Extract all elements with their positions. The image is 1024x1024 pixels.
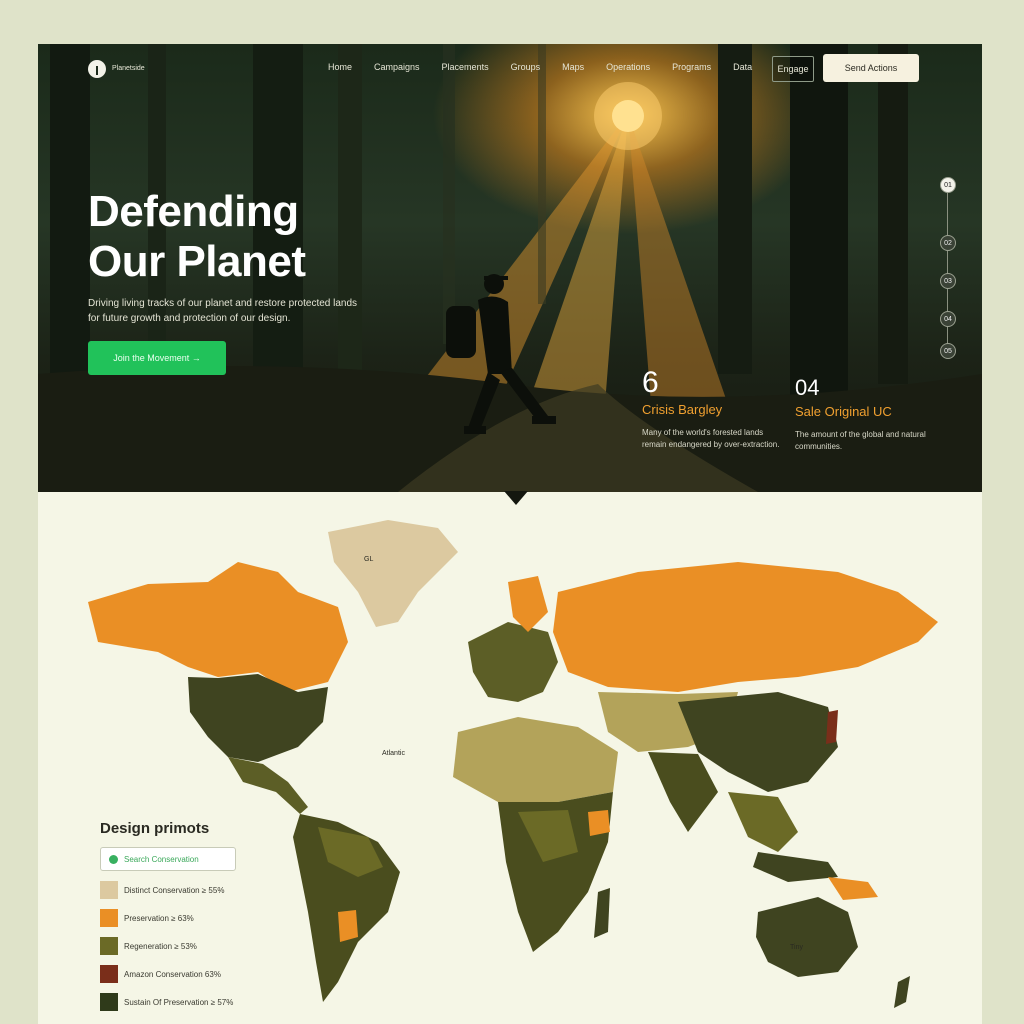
hero-subtitle: Driving living tracks of our planet and … — [88, 298, 358, 324]
legend-item[interactable]: Regeneration ≥ 53% — [100, 937, 236, 955]
region-central-america — [228, 757, 308, 814]
region-canada — [88, 562, 348, 692]
region-north-africa — [453, 717, 618, 802]
stat-card-1: 6 Crisis Bargley Many of the world's for… — [642, 366, 782, 451]
stat-label: Sale Original UC — [795, 404, 892, 419]
pagination-dot-3[interactable]: 03 — [940, 273, 956, 289]
region-madagascar — [594, 888, 610, 938]
nav-link-home[interactable]: Home — [328, 62, 352, 72]
nav-link-maps[interactable]: Maps — [562, 62, 584, 72]
nav-link-data[interactable]: Data — [733, 62, 752, 72]
legend-item-label: Sustain Of Preservation ≥ 57% — [124, 997, 234, 1007]
legend-item[interactable]: Preservation ≥ 63% — [100, 909, 236, 927]
section-pagination: 01 02 03 04 05 — [938, 177, 958, 359]
legend-item-label: Preservation ≥ 63% — [124, 913, 194, 923]
hero-section: Planetside Home Campaigns Placements Gro… — [38, 44, 982, 492]
nav-link-groups[interactable]: Groups — [511, 62, 541, 72]
legend-item[interactable]: Amazon Conservation 63% — [100, 965, 236, 983]
legend-item-label: Distinct Conservation ≥ 55% — [124, 885, 225, 895]
legend-item[interactable]: Distinct Conservation ≥ 55% — [100, 881, 236, 899]
region-patagonia — [338, 910, 358, 942]
hero-title: Defending Our Planet — [88, 187, 306, 287]
region-indonesia — [753, 852, 838, 882]
nav-links: Home Campaigns Placements Groups Maps Op… — [328, 62, 774, 72]
legend-item[interactable]: Sustain Of Preservation ≥ 57% — [100, 993, 236, 1011]
stat-card-2: 04 Sale Original UC The amount of the gl… — [795, 374, 935, 453]
legend-swatch — [100, 909, 118, 927]
hero-title-line-2: Our Planet — [88, 237, 306, 286]
hero-title-line-1: Defending — [88, 187, 299, 236]
legend-swatch — [100, 881, 118, 899]
engage-button[interactable]: Engage — [772, 56, 814, 82]
pagination-dot-5[interactable]: 05 — [940, 343, 956, 359]
logo-text: Planetside — [112, 65, 145, 72]
legend-swatch — [100, 993, 118, 1011]
nav-link-placements[interactable]: Placements — [442, 62, 489, 72]
legend-item-label: Amazon Conservation 63% — [124, 969, 221, 979]
legend-item-label: Regeneration ≥ 53% — [124, 941, 197, 951]
pagination-dot-4[interactable]: 04 — [940, 311, 956, 327]
map-label-australia: Tiny — [790, 944, 803, 951]
region-australia — [756, 897, 858, 977]
send-actions-button[interactable]: Send Actions — [823, 54, 919, 82]
region-india — [648, 752, 718, 832]
nav-link-programs[interactable]: Programs — [672, 62, 711, 72]
map-legend: Design primots Search Conservation Disti… — [100, 820, 236, 1011]
region-greenland — [328, 520, 458, 627]
legend-swatch — [100, 965, 118, 983]
region-new-zealand — [894, 976, 910, 1008]
top-nav: Planetside Home Campaigns Placements Gro… — [38, 44, 982, 94]
region-russia — [553, 562, 938, 692]
tree-logo-icon — [88, 60, 106, 78]
stat-description: The amount of the global and natural com… — [795, 430, 926, 451]
join-movement-button[interactable]: Join the Movement → — [88, 341, 226, 375]
map-label-atlantic: Atlantic — [382, 750, 405, 757]
legend-swatch — [100, 937, 118, 955]
nav-link-operations[interactable]: Operations — [606, 62, 650, 72]
pagination-line — [947, 187, 948, 352]
legend-title: Design primots — [100, 820, 210, 837]
stat-number: 6 — [642, 366, 659, 399]
pagination-dot-1[interactable]: 01 — [940, 177, 956, 193]
nav-link-campaigns[interactable]: Campaigns — [374, 62, 420, 72]
stat-number: 04 — [795, 375, 820, 400]
stat-label: Crisis Bargley — [642, 402, 723, 417]
stat-description: Many of the world's forested lands remai… — [642, 428, 780, 449]
region-europe — [468, 622, 558, 702]
region-southeast-asia — [728, 792, 798, 852]
legend-search-label: Search Conservation — [124, 854, 199, 864]
logo[interactable]: Planetside — [88, 60, 148, 78]
region-new-guinea — [828, 877, 878, 900]
page: Planetside Home Campaigns Placements Gro… — [38, 44, 982, 1024]
globe-icon — [109, 854, 118, 864]
legend-search-field[interactable]: Search Conservation — [100, 847, 236, 871]
region-east-africa — [588, 810, 610, 836]
pagination-dot-2[interactable]: 02 — [940, 235, 956, 251]
map-label-greenland: GL — [364, 556, 374, 563]
